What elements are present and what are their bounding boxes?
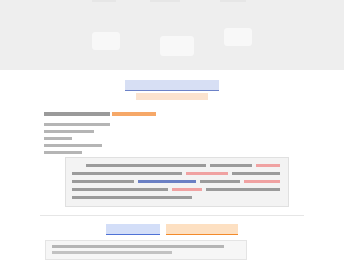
notice-box bbox=[45, 240, 247, 260]
section-divider bbox=[40, 215, 304, 216]
list-item bbox=[44, 130, 94, 133]
list-item bbox=[44, 137, 72, 140]
hero-tile-1 bbox=[92, 32, 120, 50]
hero-mark-2 bbox=[150, 0, 180, 2]
list-item bbox=[44, 144, 102, 147]
panel-row bbox=[72, 188, 282, 191]
hero-tile-3 bbox=[224, 28, 252, 46]
section-subheading bbox=[136, 93, 208, 100]
lead-text bbox=[44, 112, 110, 116]
banner-link-right[interactable] bbox=[166, 224, 238, 235]
hero-tile-2 bbox=[160, 36, 194, 56]
hero-mark-3 bbox=[220, 0, 246, 2]
hero-mark-1 bbox=[92, 0, 116, 2]
panel-row bbox=[72, 180, 282, 183]
info-panel bbox=[65, 157, 289, 207]
hero-banner bbox=[0, 0, 344, 70]
notice-text-line bbox=[52, 251, 172, 254]
panel-row bbox=[72, 196, 282, 199]
notice-text bbox=[52, 245, 224, 248]
panel-row bbox=[72, 164, 282, 167]
section-heading bbox=[125, 80, 219, 91]
panel-row bbox=[72, 172, 282, 175]
lead-highlight bbox=[112, 112, 156, 116]
list-item bbox=[44, 123, 110, 126]
banner-link-left[interactable] bbox=[106, 224, 160, 235]
list-item bbox=[44, 151, 82, 154]
